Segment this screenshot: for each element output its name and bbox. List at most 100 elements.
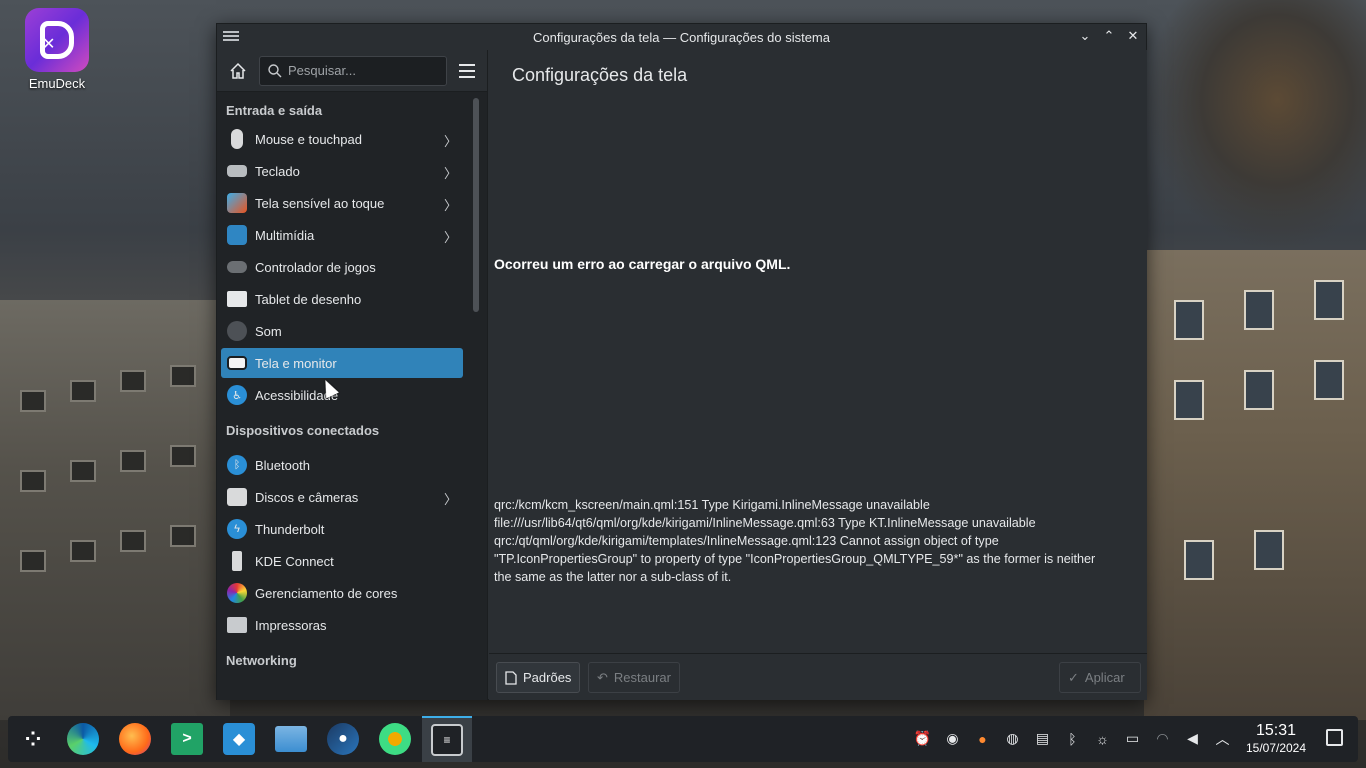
search-input[interactable]: Pesquisar... [259,55,447,86]
printer-icon [227,617,247,633]
sidebar-item-color-management[interactable]: Gerenciamento de cores [221,578,463,608]
sidebar-item-multimedia[interactable]: Multimídia 〉 [221,220,463,250]
firefox-tray-icon[interactable]: ● [972,728,993,749]
desktop-icon-emudeck[interactable]: ✕ EmuDeck [20,8,94,91]
error-details: qrc:/kcm/kcm_kscreen/main.qml:151 Type K… [494,496,1109,586]
notifications-icon[interactable]: ⏰ [912,728,933,749]
sidebar-item-thunderbolt[interactable]: ϟ Thunderbolt [221,514,463,544]
tablet-icon [227,291,247,307]
sidebar: Pesquisar... Entrada e saída Mouse e tou… [217,50,488,700]
touchscreen-icon [227,193,247,213]
disk-icon [227,488,247,506]
sidebar-item-touchscreen[interactable]: Tela sensível ao toque 〉 [221,188,463,218]
sidebar-item-kde-connect[interactable]: KDE Connect [221,546,463,576]
wallpaper-building-right [1144,250,1366,720]
steam-icon: ● [327,723,359,755]
taskbar-app-dolphin[interactable] [266,716,316,762]
taskbar-app-firefox[interactable] [110,716,160,762]
reset-button[interactable]: ↶ Restaurar [588,662,680,693]
sidebar-item-sound[interactable]: Som [221,316,463,346]
show-desktop-button[interactable] [1326,729,1343,746]
taskbar: ⁘ > ◆ ● ≡ ⏰ ◉ ● ◍ ▤ ᛒ ☼ ▭ ◠ ◀ ︿ 15:31 15… [8,716,1358,762]
kde-connect-icon [232,551,242,571]
sidebar-item-accessibility[interactable]: ♿ Acessibilidade [221,380,463,410]
brightness-icon[interactable]: ☼ [1092,728,1113,749]
bluetooth-tray-icon[interactable]: ᛒ [1062,728,1083,749]
wifi-icon[interactable]: ◠ [1152,728,1173,749]
sidebar-item-tablet[interactable]: Tablet de desenho [221,284,463,314]
search-placeholder: Pesquisar... [288,63,356,78]
taskbar-app-edge[interactable] [58,716,108,762]
desktop-icon-label: EmuDeck [28,76,86,91]
speaker-icon [227,321,247,341]
volume-icon[interactable]: ◀ [1182,728,1203,749]
hamburger-menu-button[interactable] [455,58,479,84]
section-header: Dispositivos conectados [226,423,380,438]
mouse-icon [231,129,243,149]
undo-icon: ↶ [597,669,608,685]
steam-tray-icon[interactable]: ◍ [1002,728,1023,749]
taskbar-app-launcher[interactable]: ⁘ [8,716,58,762]
sidebar-item-printers[interactable]: Impressoras [221,610,463,640]
close-button[interactable]: ✕ [1124,27,1142,45]
sidebar-item-bluetooth[interactable]: ᛒ Bluetooth [221,450,463,480]
taskbar-app-excel[interactable]: > [162,716,212,762]
document-icon [505,670,517,685]
settings-app-icon[interactable] [223,29,239,43]
wallpaper-tree [1144,0,1366,250]
taskbar-app-system-settings[interactable]: ≡ [422,716,472,762]
sidebar-item-gamepad[interactable]: Controlador de jogos [221,252,463,282]
search-icon [268,63,282,77]
expand-tray-icon[interactable]: ︿ [1212,728,1233,749]
maximize-button[interactable]: ⌃ [1100,27,1118,45]
section-header: Networking [226,653,297,668]
chevron-right-icon: 〉 [443,492,457,507]
settings-window: Configurações da tela — Configurações do… [216,23,1147,700]
taskbar-app-emulator[interactable] [370,716,420,762]
sidebar-scrollbar[interactable] [469,98,483,698]
bluetooth-icon: ᛒ [227,455,247,475]
emudeck-icon: ✕ [25,8,89,72]
home-button[interactable] [225,58,251,84]
clipboard-icon[interactable]: ▤ [1032,728,1053,749]
wallpaper-building-left [0,300,230,720]
chevron-right-icon: 〉 [443,230,457,245]
checkmark-icon: ✓ [1068,669,1079,685]
clock-time: 15:31 [1255,722,1297,739]
sidebar-item-disks[interactable]: Discos e câmeras 〉 [221,482,463,512]
error-line: qrc:/kcm/kcm_kscreen/main.qml:151 Type K… [494,498,930,512]
battery-icon[interactable]: ▭ [1122,728,1143,749]
page-title: Configurações da tela [512,65,688,85]
color-management-icon [227,583,247,603]
sidebar-list: Entrada e saída Mouse e touchpad 〉 Teclad… [217,92,467,700]
taskbar-app-steam[interactable]: ● [318,716,368,762]
scrollbar-thumb[interactable] [473,98,479,312]
clock[interactable]: 15:31 15/07/2024 [1238,722,1314,756]
home-icon [230,62,246,79]
discord-icon[interactable]: ◉ [942,728,963,749]
system-tray: ⏰ ◉ ● ◍ ▤ ᛒ ☼ ▭ ◠ ◀ ︿ [912,728,1233,749]
defaults-button[interactable]: Padrões [496,662,581,693]
launcher-icon: ⁘ [24,728,42,751]
gamepad-icon [227,261,247,273]
clock-date: 15/07/2024 [1245,741,1307,755]
minimize-button[interactable]: ⌄ [1076,27,1094,45]
keyboard-icon [227,165,247,177]
excel-icon: > [171,723,203,755]
edge-icon [67,723,99,755]
window-title: Configurações da tela — Configurações do… [533,29,830,45]
chevron-right-icon: 〉 [443,166,457,181]
apply-button[interactable]: ✓ Aplicar [1059,662,1141,693]
monitor-icon [227,356,247,370]
sidebar-item-mouse[interactable]: Mouse e touchpad 〉 [221,124,463,154]
title-bar[interactable]: Configurações da tela — Configurações do… [217,24,1146,50]
chevron-right-icon: 〉 [443,134,457,149]
accessibility-icon: ♿ [227,385,247,405]
sidebar-item-display[interactable]: Tela e monitor [221,348,463,378]
sidebar-toolbar: Pesquisar... [217,50,487,92]
sidebar-item-keyboard[interactable]: Teclado 〉 [221,156,463,186]
main-content: Configurações da tela Ocorreu um erro ao… [489,50,1147,700]
taskbar-app-discover[interactable]: ◆ [214,716,264,762]
discover-icon: ◆ [223,723,255,755]
section-header: Entrada e saída [226,103,323,118]
